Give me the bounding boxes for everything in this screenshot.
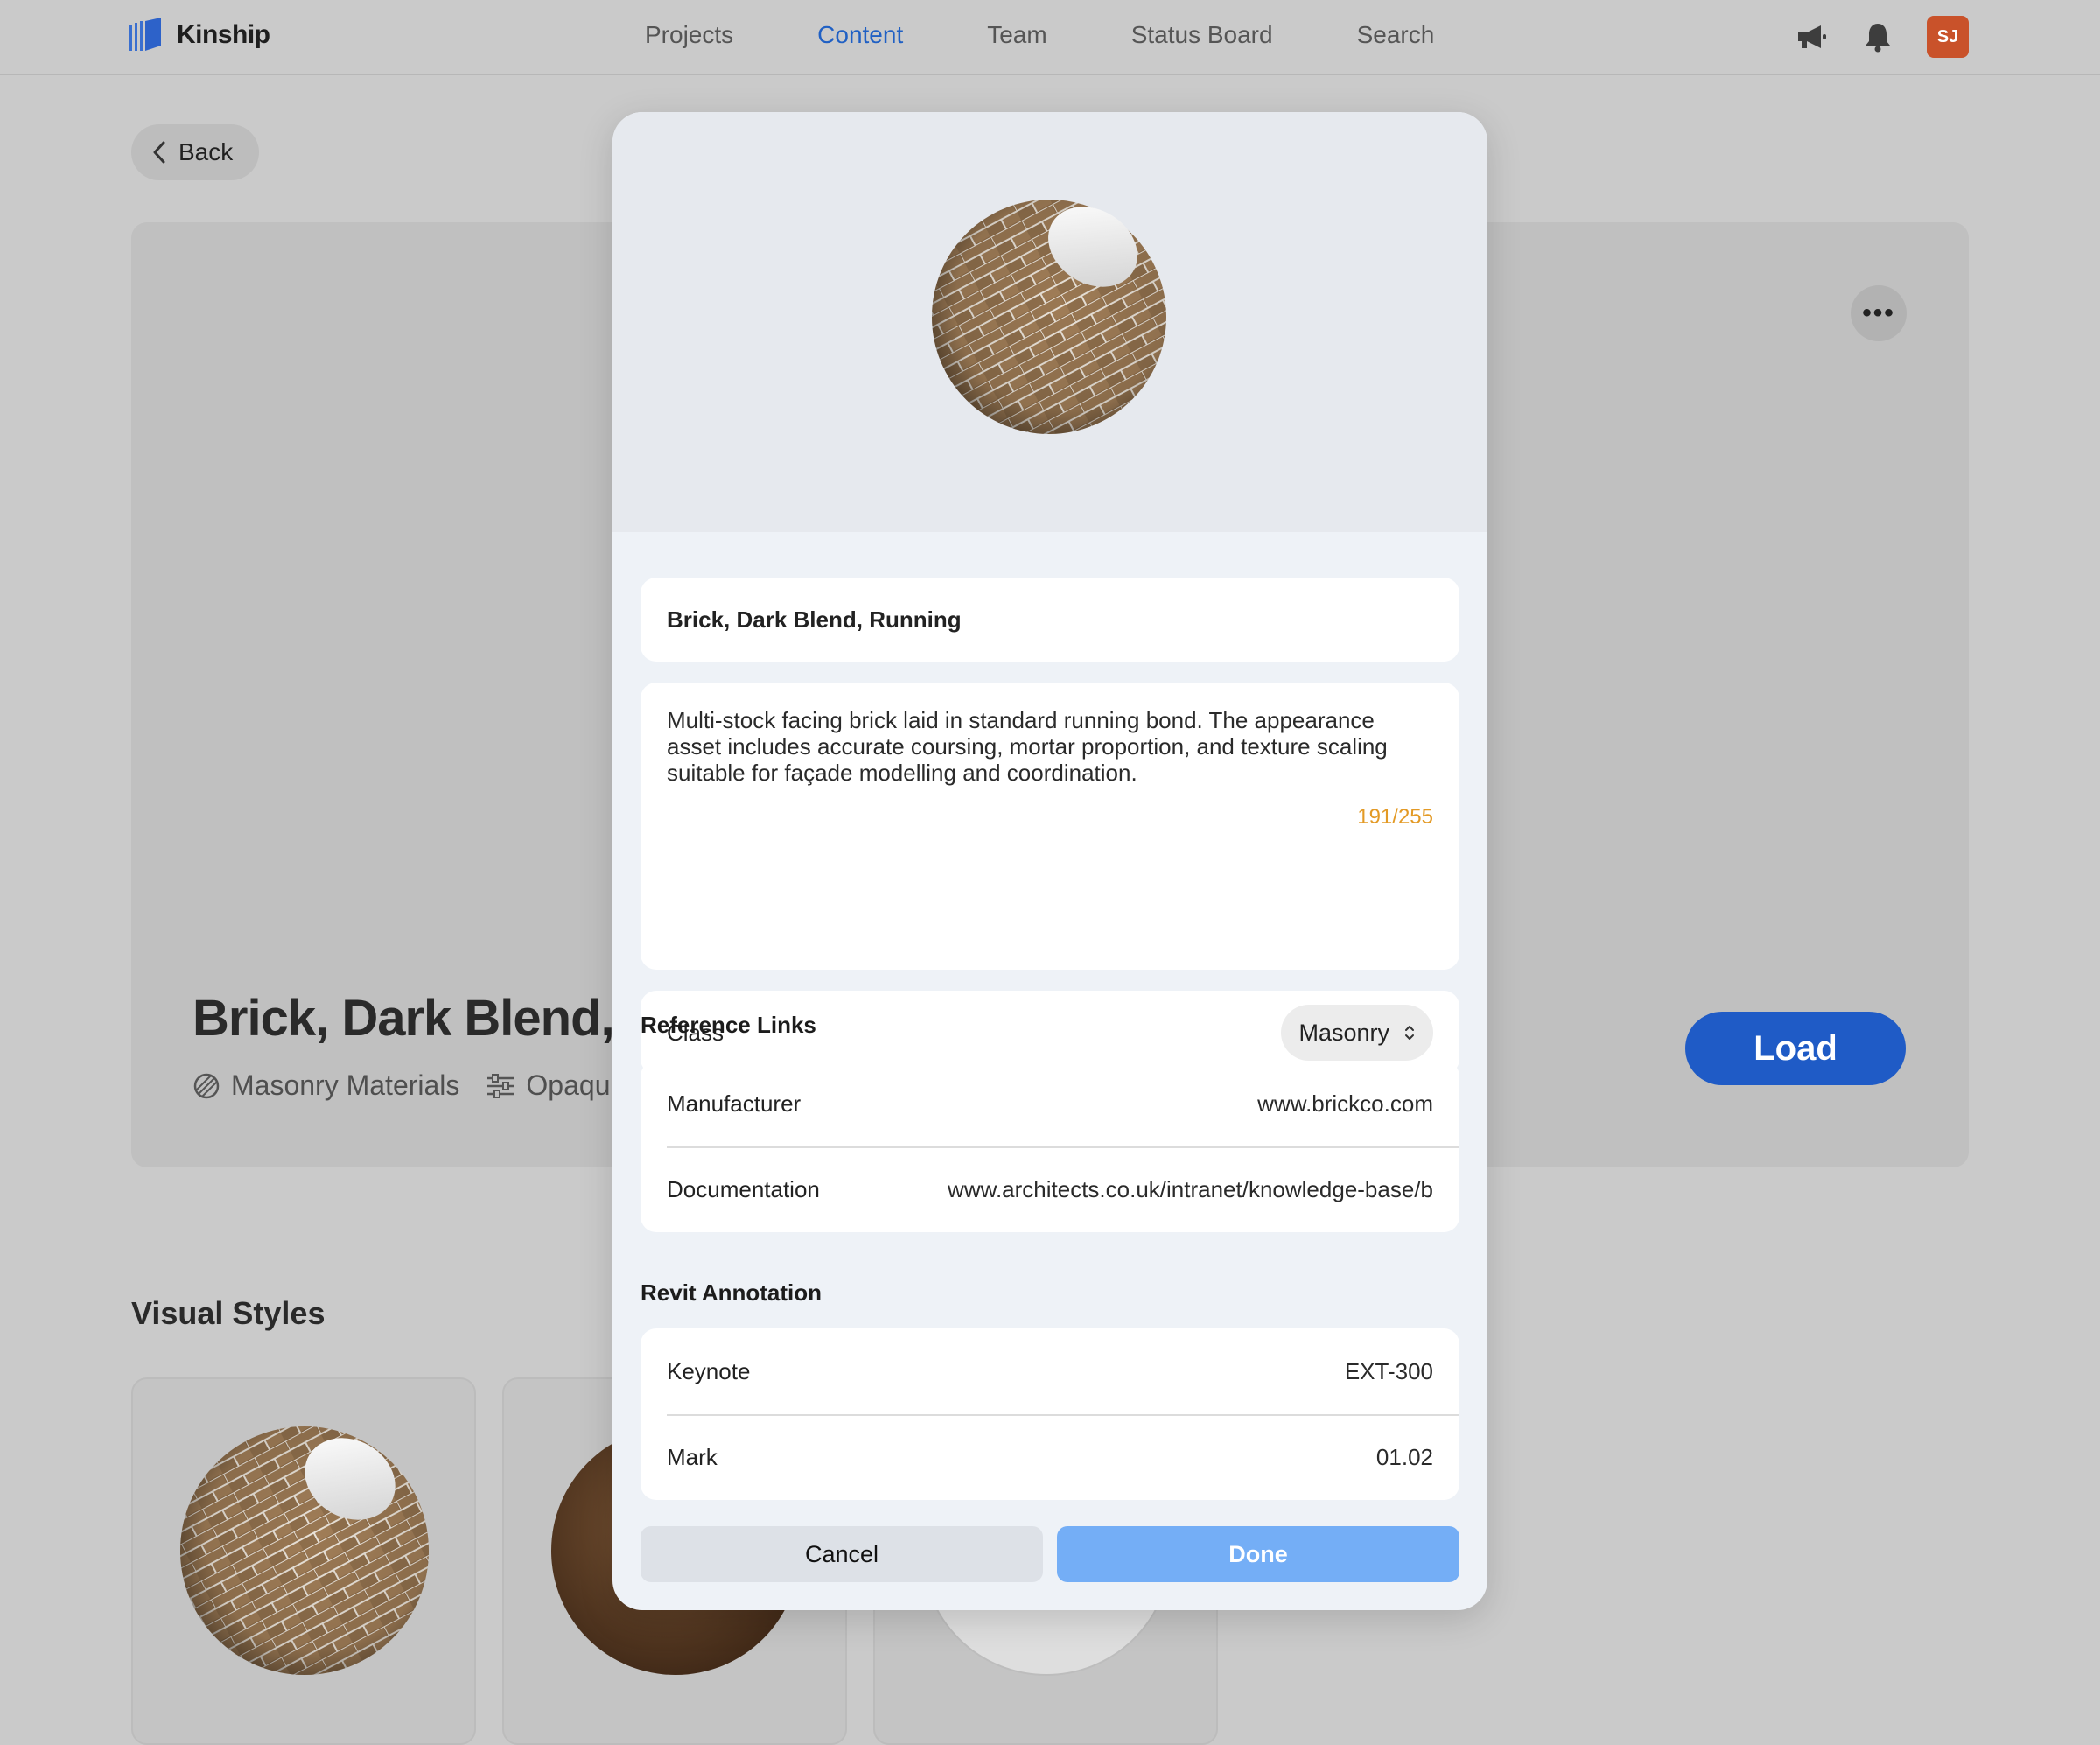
nav-projects[interactable]: Projects [645,21,733,49]
done-button[interactable]: Done [1057,1526,1460,1582]
material-icon [193,1073,220,1098]
mark-value[interactable]: 01.02 [1376,1444,1433,1471]
revit-annotation-list: Keynote EXT-300 Mark 01.02 [640,1328,1460,1500]
nav-search[interactable]: Search [1357,21,1435,49]
kinship-logo-icon [130,16,164,54]
user-avatar[interactable]: SJ [1927,16,1969,58]
material-name-field[interactable]: Brick, Dark Blend, Running [640,578,1460,662]
material-title: Brick, Dark Blend, R [192,990,664,1047]
main-nav: Projects Content Team Status Board Searc… [645,21,1518,49]
material-preview [612,112,1488,532]
description-text: Multi-stock facing brick laid in standar… [667,707,1388,786]
meta-appearance-label: Opaqu [526,1069,611,1101]
more-options-button[interactable]: ••• [1851,285,1907,341]
back-label: Back [178,138,234,165]
reference-links-list: Manufacturer www.brickco.com Documentati… [640,1061,1460,1232]
material-name-value: Brick, Dark Blend, Running [667,606,962,633]
brick-sphere-preview [932,200,1166,434]
keynote-label: Keynote [667,1357,751,1384]
megaphone-icon[interactable] [1794,19,1829,54]
keynote-row[interactable]: Keynote EXT-300 [640,1328,1460,1414]
character-counter: 191/255 [1357,805,1433,829]
nav-team[interactable]: Team [987,21,1046,49]
top-nav-bar: Kinship Projects Content Team Status Boa… [0,0,2100,75]
documentation-label: Documentation [667,1175,820,1202]
meta-appearance: Opaqu [486,1069,610,1102]
class-select[interactable]: Masonry [1281,1005,1433,1061]
load-button[interactable]: Load [1685,1012,1906,1085]
documentation-row[interactable]: Documentation www.architects.co.uk/intra… [640,1146,1460,1232]
mark-row[interactable]: Mark 01.02 [640,1414,1460,1500]
manufacturer-label: Manufacturer [667,1090,802,1117]
description-field[interactable]: Multi-stock facing brick laid in standar… [640,683,1460,970]
nav-content[interactable]: Content [817,21,903,49]
app-logo[interactable]: Kinship [130,16,270,54]
meta-category: Masonry Materials [192,1069,459,1102]
sliders-icon [487,1073,514,1098]
bell-icon[interactable] [1860,19,1895,54]
revit-annotation-heading: Revit Annotation [640,1279,822,1306]
class-select-value: Masonry [1298,1019,1390,1046]
chevron-up-down-icon [1405,1026,1414,1040]
mark-label: Mark [667,1443,718,1470]
brick-sphere-thumbnail [180,1426,429,1675]
app-name: Kinship [177,20,270,49]
visual-styles-heading: Visual Styles [131,1295,326,1331]
documentation-link[interactable]: www.architects.co.uk/intranet/knowledge-… [948,1176,1433,1203]
back-button[interactable]: Back [131,124,260,180]
manufacturer-link[interactable]: www.brickco.com [1257,1090,1433,1118]
cancel-button[interactable]: Cancel [640,1526,1043,1582]
material-meta: Masonry Materials Opaqu [192,1069,610,1102]
edit-material-dialog: Brick, Dark Blend, Running Multi-stock f… [612,112,1488,1610]
meta-category-label: Masonry Materials [231,1069,460,1101]
nav-status-board[interactable]: Status Board [1131,21,1273,49]
chevron-left-icon [153,141,165,164]
manufacturer-row[interactable]: Manufacturer www.brickco.com [640,1061,1460,1146]
visual-style-card[interactable] [131,1377,476,1745]
keynote-value[interactable]: EXT-300 [1345,1358,1433,1385]
reference-links-heading: Reference Links [640,1012,816,1038]
